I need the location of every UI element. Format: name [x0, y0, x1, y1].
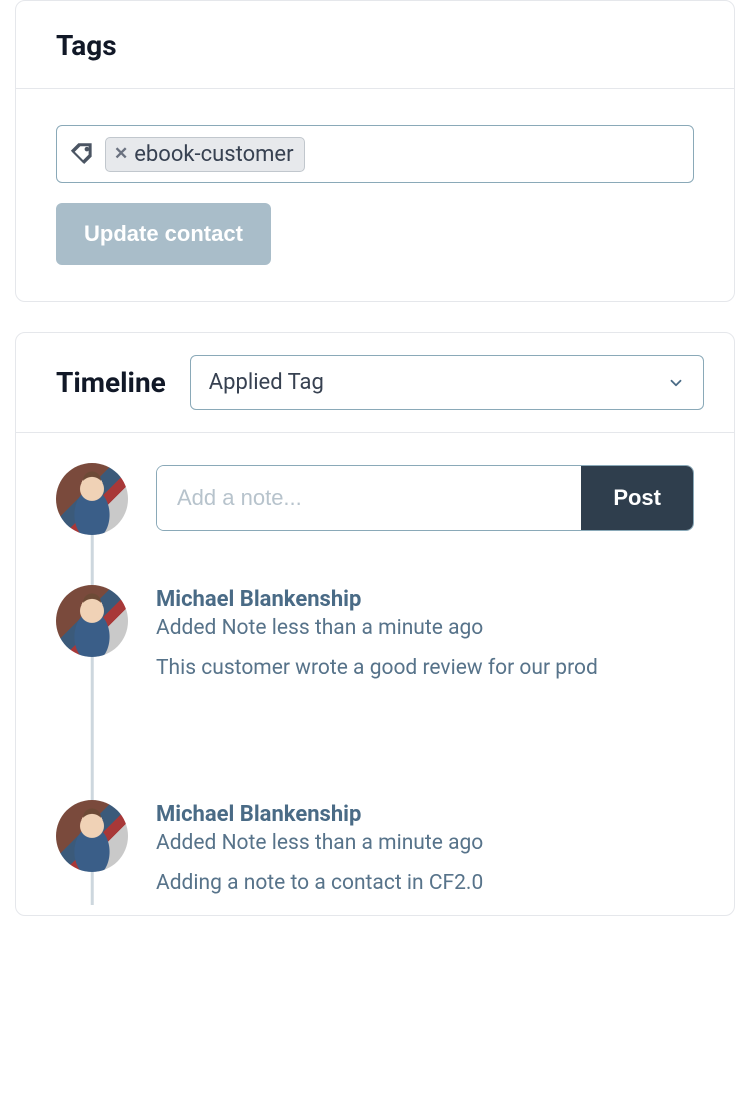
entry-meta: Added Note less than a minute ago — [156, 616, 694, 640]
timeline-filter-label: Applied Tag — [209, 370, 324, 395]
timeline-connector — [91, 872, 94, 905]
avatar — [56, 463, 128, 535]
entry-text: This customer wrote a good review for ou… — [156, 656, 694, 680]
avatar-column — [56, 585, 128, 657]
timeline-entry-content: Michael Blankenship Added Note less than… — [156, 800, 694, 895]
timeline-entry: Michael Blankenship Added Note less than… — [56, 800, 694, 905]
avatar-column — [56, 800, 128, 872]
timeline-card-body: Post Michael Blankenship Added Note less… — [16, 433, 734, 915]
tag-remove-icon[interactable]: ✕ — [114, 146, 128, 163]
tag-icon — [69, 141, 95, 167]
timeline-card: Timeline Applied Tag Post — [15, 332, 735, 916]
entry-author: Michael Blankenship — [156, 802, 694, 827]
timeline-filter-select[interactable]: Applied Tag — [190, 355, 704, 410]
tags-card-header: Tags — [16, 1, 734, 89]
avatar — [56, 585, 128, 657]
timeline-connector — [91, 535, 94, 585]
avatar — [56, 800, 128, 872]
note-input[interactable] — [157, 466, 581, 530]
timeline-entry-content: Michael Blankenship Added Note less than… — [156, 585, 694, 680]
tags-card-body: ✕ ebook-customer Update contact — [16, 89, 734, 301]
timeline-title: Timeline — [56, 366, 166, 399]
tag-chip[interactable]: ✕ ebook-customer — [105, 137, 305, 172]
timeline-entry: Michael Blankenship Added Note less than… — [56, 585, 694, 800]
entry-meta: Added Note less than a minute ago — [156, 831, 694, 855]
tags-card: Tags ✕ ebook-customer Update contact — [15, 0, 735, 302]
entry-text: Adding a note to a contact in CF2.0 — [156, 871, 694, 895]
timeline-note-row: Post — [56, 463, 694, 585]
chevron-down-icon — [667, 374, 685, 392]
tag-chip-label: ebook-customer — [134, 142, 293, 167]
avatar-column — [56, 463, 128, 535]
timeline-connector — [91, 657, 94, 800]
tags-title: Tags — [56, 29, 694, 62]
timeline-card-header: Timeline Applied Tag — [16, 333, 734, 433]
tags-input[interactable]: ✕ ebook-customer — [56, 125, 694, 183]
update-contact-button[interactable]: Update contact — [56, 203, 271, 265]
post-button[interactable]: Post — [581, 466, 693, 530]
note-input-wrap: Post — [156, 463, 694, 531]
entry-author: Michael Blankenship — [156, 587, 694, 612]
